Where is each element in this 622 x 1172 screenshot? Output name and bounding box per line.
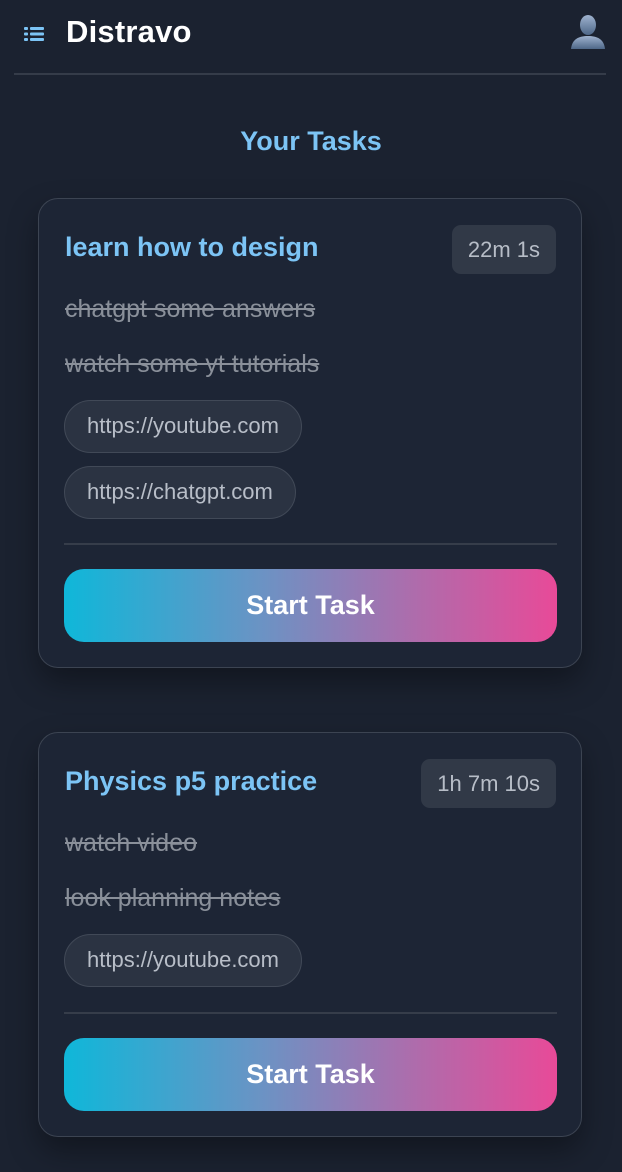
app-header: Distravo	[0, 0, 622, 75]
start-task-button[interactable]: Start Task	[64, 1038, 557, 1111]
header-divider	[14, 73, 606, 75]
app-title: Distravo	[66, 14, 192, 49]
task-title: learn how to design	[65, 232, 319, 262]
link-pill[interactable]: https://youtube.com	[64, 400, 302, 453]
card-divider	[64, 543, 557, 545]
page-title: Your Tasks	[240, 126, 382, 156]
subtask-item[interactable]: chatgpt some answers	[65, 295, 315, 324]
subtask-item[interactable]: watch some yt tutorials	[65, 350, 319, 379]
subtask-item[interactable]: watch video	[65, 829, 197, 858]
subtask-item[interactable]: look planning notes	[65, 884, 280, 913]
user-avatar-icon[interactable]	[568, 12, 608, 52]
list-menu-icon[interactable]	[24, 25, 44, 43]
link-pill[interactable]: https://youtube.com	[64, 934, 302, 987]
link-pill[interactable]: https://chatgpt.com	[64, 466, 296, 519]
task-title: Physics p5 practice	[65, 766, 318, 796]
card-divider	[64, 1012, 557, 1014]
task-card: Physics p5 practice 1h 7m 10s watch vide…	[38, 732, 582, 1137]
task-timer-badge: 22m 1s	[451, 225, 556, 274]
task-card: learn how to design 22m 1s chatgpt some …	[38, 198, 582, 668]
start-task-button[interactable]: Start Task	[64, 569, 557, 642]
task-timer-badge: 1h 7m 10s	[421, 759, 556, 808]
